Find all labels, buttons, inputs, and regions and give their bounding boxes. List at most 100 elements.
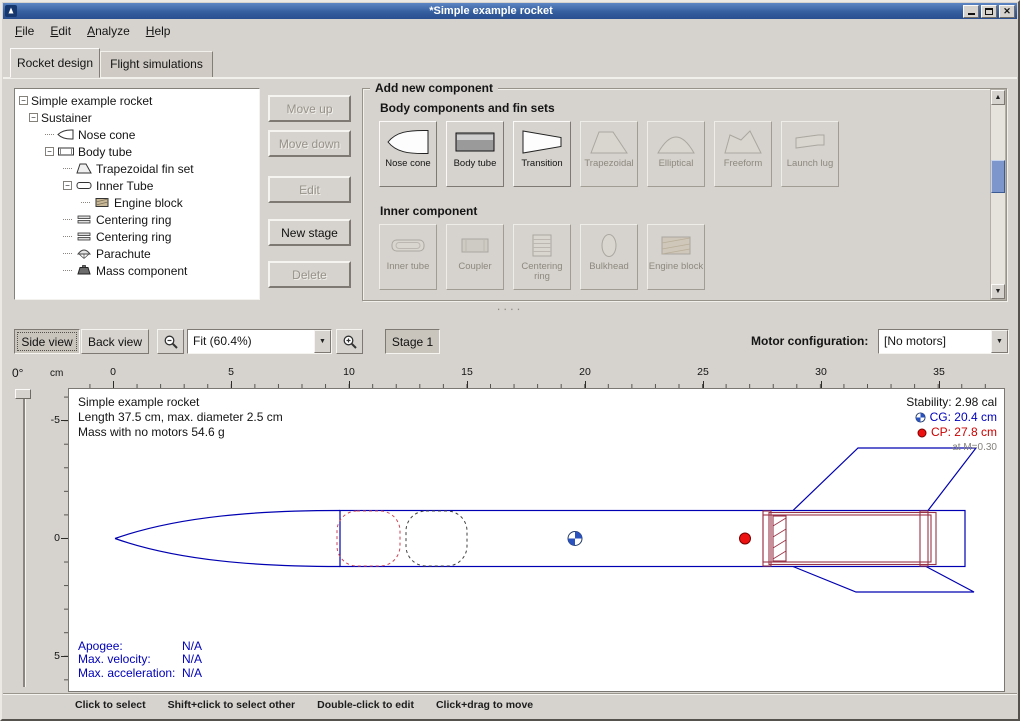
menu-bar: File Edit Analyze Help xyxy=(3,19,1017,43)
cg-marker xyxy=(568,532,582,546)
add-inner-tube-button: Inner tube xyxy=(379,224,437,290)
rocket-canvas[interactable]: Simple example rocket Length 37.5 cm, ma… xyxy=(68,388,1005,692)
centering-ring-icon xyxy=(520,230,564,260)
lower-fin xyxy=(793,567,974,593)
tree-item-engine-block[interactable]: Engine block xyxy=(15,194,259,211)
new-stage-button[interactable]: New stage xyxy=(268,219,351,246)
rotation-slider-handle[interactable] xyxy=(15,389,31,399)
collapse-icon[interactable]: − xyxy=(45,147,54,156)
zoom-out-button[interactable] xyxy=(157,329,184,354)
collapse-icon[interactable]: − xyxy=(19,96,28,105)
add-elliptical-fin-button: Elliptical xyxy=(647,121,705,187)
collapse-icon[interactable]: − xyxy=(63,181,72,190)
tree-item-inner-tube[interactable]: − Inner Tube xyxy=(15,177,259,194)
tree-item-centering-ring-1[interactable]: Centering ring xyxy=(15,211,259,228)
move-up-button: Move up xyxy=(268,95,351,122)
hint-drag: Click+drag to move xyxy=(436,699,533,718)
coupler-icon xyxy=(453,230,497,260)
tree-item-label: Nose cone xyxy=(78,128,135,142)
chevron-down-icon[interactable]: ▼ xyxy=(991,330,1008,353)
tree-item-label: Mass component xyxy=(96,264,187,278)
tree-item-label: Centering ring xyxy=(96,230,171,244)
add-coupler-button: Coupler xyxy=(446,224,504,290)
cg-icon xyxy=(915,412,926,423)
delete-button: Delete xyxy=(268,261,351,288)
chevron-down-icon[interactable]: ▼ xyxy=(314,330,331,353)
tree-item-label: Centering ring xyxy=(96,213,171,227)
tree-item-label: Sustainer xyxy=(41,111,92,125)
body-tube-icon xyxy=(453,127,497,157)
minimize-button[interactable] xyxy=(963,5,979,18)
tree-item-body-tube[interactable]: − Body tube xyxy=(15,143,259,160)
launch-lug-icon xyxy=(788,127,832,157)
horizontal-ruler: 0 5 10 15 20 25 30 35 xyxy=(68,363,1005,388)
zoom-select[interactable]: Fit (60.4%) ▼ xyxy=(187,329,332,354)
stage-1-toggle[interactable]: Stage 1 xyxy=(385,329,440,354)
trapezoidal-fin-icon xyxy=(587,127,631,157)
parachute-outline xyxy=(337,511,400,566)
vertical-ruler: -5 0 5 xyxy=(44,388,68,692)
add-nose-cone-button[interactable]: Nose cone xyxy=(379,121,437,187)
parachute-icon xyxy=(75,247,93,260)
scroll-up-icon[interactable]: ▲ xyxy=(991,90,1005,105)
maximize-button[interactable] xyxy=(981,5,997,18)
flight-data: Apogee:N/A Max. velocity:N/A Max. accele… xyxy=(78,640,202,681)
mass-component-outline xyxy=(406,511,467,566)
add-body-tube-button[interactable]: Body tube xyxy=(446,121,504,187)
cg-value: CG: 20.4 cm xyxy=(930,410,997,425)
mass-component-icon xyxy=(75,264,93,277)
centering-ring-icon xyxy=(75,213,93,226)
engine-block-icon xyxy=(93,196,111,209)
tree-item-nose-cone[interactable]: Nose cone xyxy=(15,126,259,143)
tree-item-parachute[interactable]: Parachute xyxy=(15,245,259,262)
cp-value: CP: 27.8 cm xyxy=(931,425,997,440)
cp-marker xyxy=(740,533,751,544)
trapezoidal-fin-icon xyxy=(75,162,93,175)
hint-shift-click: Shift+click to select other xyxy=(168,699,296,718)
add-freeform-fin-button: Freeform xyxy=(714,121,772,187)
stability-value: Stability: 2.98 cal xyxy=(906,395,997,410)
body-tube-icon xyxy=(57,145,75,158)
menu-help[interactable]: Help xyxy=(138,21,179,41)
add-component-panel: Body components and fin sets Nose cone B… xyxy=(362,88,1007,301)
tree-item-label: Inner Tube xyxy=(96,179,153,193)
transition-icon xyxy=(520,127,564,157)
close-button[interactable]: ✕ xyxy=(999,5,1015,18)
tree-item-label: Body tube xyxy=(78,145,132,159)
scroll-down-icon[interactable]: ▼ xyxy=(991,284,1005,299)
section-body-components: Body components and fin sets xyxy=(380,101,555,115)
menu-edit[interactable]: Edit xyxy=(42,21,79,41)
menu-analyze[interactable]: Analyze xyxy=(79,21,138,41)
zoom-out-icon xyxy=(163,334,179,350)
splitter-handle[interactable] xyxy=(478,305,542,315)
tree-item-mass-component[interactable]: Mass component xyxy=(15,262,259,279)
side-view-button[interactable]: Side view xyxy=(14,329,80,354)
back-view-button[interactable]: Back view xyxy=(81,329,149,354)
zoom-in-icon xyxy=(342,334,358,350)
menu-file[interactable]: File xyxy=(7,21,42,41)
tree-item-centering-ring-2[interactable]: Centering ring xyxy=(15,228,259,245)
window-titlebar[interactable]: *Simple example rocket ✕ xyxy=(3,3,1017,19)
tab-flight-simulations[interactable]: Flight simulations xyxy=(100,51,213,78)
rocket-info: Simple example rocket Length 37.5 cm, ma… xyxy=(78,395,283,440)
tree-item-label: Parachute xyxy=(96,247,151,261)
motor-configuration-label: Motor configuration: xyxy=(751,334,868,348)
add-transition-button[interactable]: Transition xyxy=(513,121,571,187)
component-panel-scrollbar[interactable]: ▲ ▼ xyxy=(990,89,1006,300)
motor-configuration-select[interactable]: [No motors] ▼ xyxy=(878,329,1009,354)
tree-item-sustainer[interactable]: − Sustainer xyxy=(15,109,259,126)
rotation-value: 0° xyxy=(12,366,23,380)
tree-item-fin-set[interactable]: Trapezoidal fin set xyxy=(15,160,259,177)
add-bulkhead-button: Bulkhead xyxy=(580,224,638,290)
component-tree[interactable]: − Simple example rocket − Sustainer Nose… xyxy=(14,88,260,300)
nose-cone-icon xyxy=(57,128,75,141)
tree-item-rocket[interactable]: − Simple example rocket xyxy=(15,92,259,109)
zoom-in-button[interactable] xyxy=(336,329,363,354)
tab-rocket-design[interactable]: Rocket design xyxy=(10,48,100,78)
centering-ring-icon xyxy=(75,230,93,243)
scrollbar-thumb[interactable] xyxy=(991,160,1005,193)
add-launch-lug-button: Launch lug xyxy=(781,121,839,187)
stability-info: Stability: 2.98 cal CG: 20.4 cm CP: 27.8… xyxy=(906,395,997,455)
app-icon[interactable] xyxy=(5,5,17,17)
collapse-icon[interactable]: − xyxy=(29,113,38,122)
